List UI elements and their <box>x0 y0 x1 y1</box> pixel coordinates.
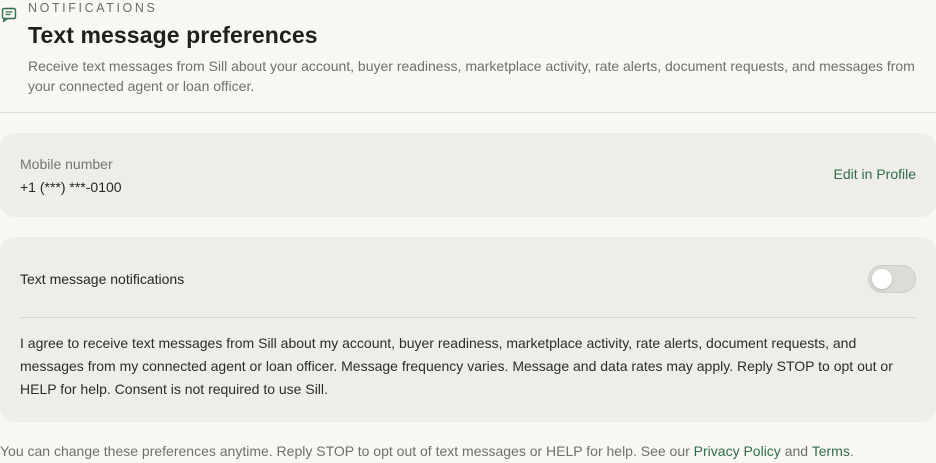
terms-link[interactable]: Terms <box>812 443 850 459</box>
sms-notifications-toggle[interactable] <box>868 265 916 293</box>
page-header: NOTIFICATIONS Text message preferences R… <box>0 0 936 113</box>
message-square-icon <box>1 7 17 23</box>
sms-preferences-page: NOTIFICATIONS Text message preferences R… <box>0 0 936 463</box>
footer-note: You can change these preferences anytime… <box>0 441 936 461</box>
divider <box>20 317 916 318</box>
page-title: Text message preferences <box>28 22 318 48</box>
mobile-number-value: +1 (***) ***-0100 <box>20 179 122 195</box>
edit-in-profile-link[interactable]: Edit in Profile <box>834 165 916 183</box>
section-eyebrow: NOTIFICATIONS <box>28 1 158 15</box>
toggle-knob <box>872 269 892 289</box>
footer-period: . <box>849 443 854 459</box>
sms-notifications-card: Text message notifications I agree to re… <box>0 237 936 422</box>
privacy-policy-link[interactable]: Privacy Policy <box>694 443 781 459</box>
mobile-number-card: Mobile number +1 (***) ***-0100 Edit in … <box>0 133 936 217</box>
footer-and: and <box>784 443 809 459</box>
sms-toggle-label: Text message notifications <box>20 271 185 287</box>
footer-text: You can change these preferences anytime… <box>0 443 690 459</box>
sms-consent-text: I agree to receive text messages from Si… <box>20 335 893 397</box>
page-subtitle: Receive text messages from Sill about yo… <box>28 58 915 94</box>
mobile-number-label: Mobile number <box>20 156 113 172</box>
